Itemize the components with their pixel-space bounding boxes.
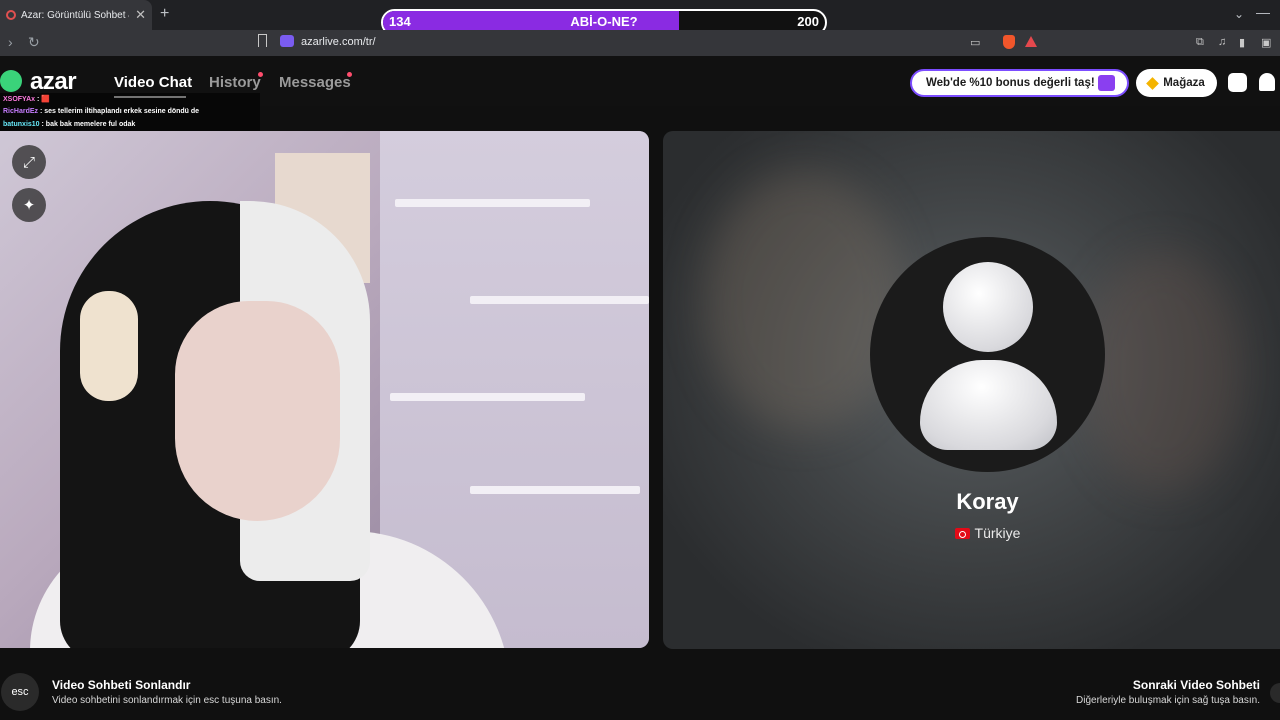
promo-text: Web'de %10 bonus değerli taş! <box>926 77 1095 89</box>
media-icon[interactable]: ♫ <box>1218 36 1226 48</box>
gem-icon <box>1146 76 1160 90</box>
local-camera-view: ⤢ ✦ <box>0 131 649 648</box>
brave-shield-icon[interactable] <box>1003 35 1015 49</box>
messages-notification-dot <box>347 72 352 77</box>
brave-rewards-icon[interactable] <box>1025 36 1037 47</box>
azar-logo[interactable]: azar <box>30 68 77 96</box>
esc-key-label: esc <box>11 686 29 698</box>
record-icon <box>6 10 16 20</box>
next-chat-right-key-button[interactable] <box>1270 683 1280 703</box>
nav-video-chat[interactable]: Video Chat <box>114 74 192 91</box>
end-chat-subtitle: Video sohbetini sonlandırmak için esc tu… <box>52 695 282 706</box>
new-tab-button[interactable]: + <box>160 5 169 23</box>
magic-wand-icon[interactable]: ✦ <box>12 188 46 222</box>
chat-message: XSOFYAx : 🟥 <box>3 95 50 103</box>
chat-user: batunxis10 <box>3 121 40 128</box>
nav-history[interactable]: History <box>209 74 261 91</box>
inbox-icon[interactable] <box>1228 73 1247 92</box>
chat-text: : bak bak memelere ful odak <box>39 121 136 128</box>
tab-title: Azar: Görüntülü Sohbet & Ye <box>21 9 129 21</box>
cast-icon[interactable]: ▭ <box>970 36 980 49</box>
peer-country: Türkiye <box>880 525 1095 541</box>
azar-logo-icon[interactable] <box>0 70 22 92</box>
reload-icon[interactable]: ↻ <box>28 34 40 51</box>
bookmark-icon[interactable] <box>258 34 267 47</box>
peer-country-label: Türkiye <box>974 525 1021 541</box>
site-camera-icon <box>280 35 294 47</box>
close-tab-icon[interactable]: ✕ <box>135 7 146 23</box>
shop-button[interactable]: Mağaza <box>1136 69 1217 97</box>
wallet-icon[interactable]: ▣ <box>1261 36 1271 49</box>
gift-icon <box>1098 75 1115 91</box>
turkey-flag-icon <box>954 528 970 539</box>
peer-name: Koray <box>956 489 1019 514</box>
chat-message: batunxis10 : bak bak memelere ful odak <box>3 121 135 128</box>
extensions-icon[interactable]: ⧉ <box>1196 36 1204 49</box>
chat-user: RicHardEz <box>3 108 39 115</box>
shelf <box>395 199 590 207</box>
blurred-background <box>703 171 903 431</box>
default-avatar-head-icon <box>943 262 1033 352</box>
goal-label: ABİ-O-NE? <box>570 14 638 29</box>
goal-target: 200 <box>797 14 819 29</box>
forward-icon[interactable]: › <box>8 34 13 50</box>
bell-icon[interactable] <box>1259 73 1275 91</box>
tab-search-chevron-icon[interactable]: ⌄ <box>1234 7 1244 21</box>
next-chat-title: Sonraki Video Sohbeti <box>1132 678 1260 692</box>
chat-user: XSOFYAx <box>3 96 36 103</box>
person-face <box>175 301 340 521</box>
browser-tab[interactable]: Azar: Görüntülü Sohbet & Ye ✕ <box>0 0 152 30</box>
headset <box>80 291 138 401</box>
nav-messages[interactable]: Messages <box>279 74 351 91</box>
shop-label: Mağaza <box>1163 77 1205 89</box>
stream-chat-overlay: XSOFYAx : 🟥 RicHardEz : ses tellerim ilt… <box>0 93 260 131</box>
chat-text: : 🟥 <box>35 96 50 103</box>
sidebar-icon[interactable]: ▮ <box>1239 36 1245 49</box>
end-chat-title: Video Sohbeti Sonlandır <box>52 678 191 692</box>
address-bar[interactable]: azarlive.com/tr/ <box>301 36 376 48</box>
shelf <box>470 296 649 304</box>
next-chat-subtitle: Diğerleriyle buluşmak için sağ tuşa bası… <box>1076 695 1260 706</box>
end-chat-esc-button[interactable]: esc <box>1 673 39 711</box>
expand-icon[interactable]: ⤢ <box>12 145 46 179</box>
shelf <box>390 393 585 401</box>
chat-message: RicHardEz : ses tellerim iltihaplandı er… <box>3 108 199 115</box>
minimize-icon[interactable]: — <box>1256 4 1270 20</box>
browser-toolbar: › ↻ <box>0 30 1280 56</box>
history-notification-dot <box>258 72 263 77</box>
chat-text: : ses tellerim iltihaplandı erkek sesine… <box>38 108 200 115</box>
promo-banner-button[interactable]: Web'de %10 bonus değerli taş! <box>910 69 1129 97</box>
blurred-background <box>1083 251 1243 491</box>
shelf <box>470 486 640 494</box>
